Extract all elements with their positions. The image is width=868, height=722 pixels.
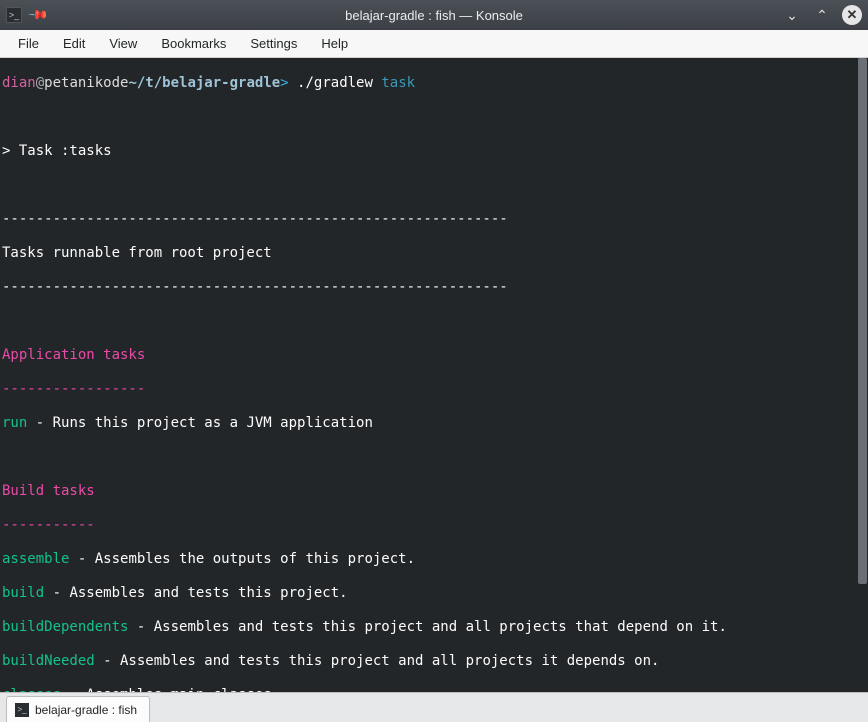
task-name: run [2,415,27,431]
blank-line [2,313,866,330]
task-line: build - Assembles and tests this project… [2,585,866,602]
task-name: build [2,585,44,601]
prompt-at: @ [36,75,44,91]
task-line: buildDependents - Assembles and tests th… [2,619,866,636]
task-line: buildNeeded - Assembles and tests this p… [2,653,866,670]
terminal[interactable]: dian@petanikode~/t/belajar-gradle> ./gra… [0,58,868,692]
maximize-button[interactable]: ⌃ [812,7,832,24]
blank-line [2,109,866,126]
blank-line [2,449,866,466]
titlebar-right: ⌄ ⌃ ✕ [782,5,862,25]
section-title-app: Application tasks [2,347,866,364]
prompt-line: dian@petanikode~/t/belajar-gradle> ./gra… [2,75,866,92]
task-desc: - Assembles the outputs of this project. [69,551,415,567]
task-name: classes [2,687,61,692]
scroll-thumb[interactable] [858,58,867,584]
pin-icon[interactable]: 📌 [27,4,50,27]
task-line: run - Runs this project as a JVM applica… [2,415,866,432]
prompt-user: dian [2,75,36,91]
app-icon: >_ [6,7,22,23]
menu-bookmarks[interactable]: Bookmarks [151,32,236,55]
task-name: buildDependents [2,619,128,635]
task-line: assemble - Assembles the outputs of this… [2,551,866,568]
section-dash: ----------- [2,517,866,534]
divider: ----------------------------------------… [2,211,866,228]
menu-settings[interactable]: Settings [240,32,307,55]
window-title: belajar-gradle : fish — Konsole [345,8,523,23]
tabbar: >_ belajar-gradle : fish [0,692,868,722]
section-title-build: Build tasks [2,483,866,500]
task-name: buildNeeded [2,653,95,669]
task-desc: - Runs this project as a JVM application [27,415,373,431]
task-desc: - Assembles main classes. [61,687,280,692]
prompt-cmd: ./gradlew [297,75,373,91]
tab-label: belajar-gradle : fish [35,703,137,717]
prompt-path: ~/t/belajar-gradle [128,75,280,91]
menu-view[interactable]: View [99,32,147,55]
titlebar-left: >_ 📌 [6,7,46,23]
task-name: assemble [2,551,69,567]
titlebar: >_ 📌 belajar-gradle : fish — Konsole ⌄ ⌃… [0,0,868,30]
prompt-arg: task [381,75,415,91]
prompt-host: petanikode [44,75,128,91]
close-button[interactable]: ✕ [842,5,862,25]
tab-active[interactable]: >_ belajar-gradle : fish [6,696,150,722]
task-desc: - Assembles and tests this project and a… [128,619,726,635]
task-header: > Task :tasks [2,143,866,160]
divider: ----------------------------------------… [2,279,866,296]
terminal-icon: >_ [15,703,29,717]
scrollbar[interactable] [857,58,868,692]
root-line: Tasks runnable from root project [2,245,866,262]
menu-edit[interactable]: Edit [53,32,95,55]
task-desc: - Assembles and tests this project and a… [95,653,660,669]
menubar: File Edit View Bookmarks Settings Help [0,30,868,58]
section-dash: ----------------- [2,381,866,398]
task-line: classes - Assembles main classes. [2,687,866,692]
menu-file[interactable]: File [8,32,49,55]
menu-help[interactable]: Help [311,32,358,55]
minimize-button[interactable]: ⌄ [782,7,802,24]
prompt-sep: > [280,75,288,91]
blank-line [2,177,866,194]
task-desc: - Assembles and tests this project. [44,585,347,601]
